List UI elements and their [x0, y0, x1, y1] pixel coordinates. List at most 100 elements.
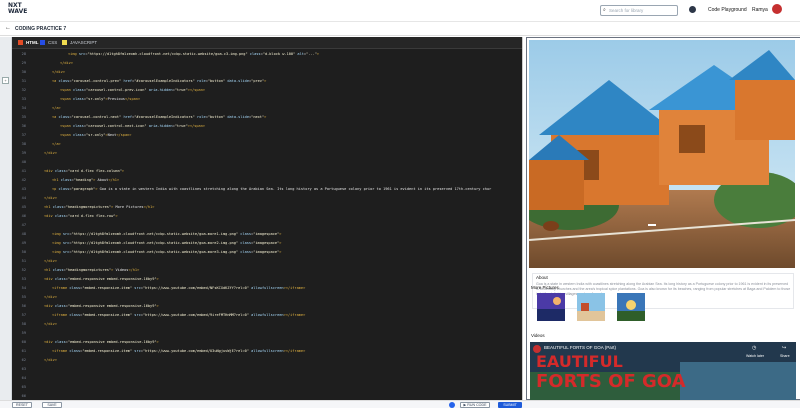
code-line[interactable]: 28 <img src="https://d1tgh8fmlzexmh.cloud…: [12, 50, 522, 59]
code-line[interactable]: 65: [12, 383, 522, 392]
code-line[interactable]: 63: [12, 365, 522, 374]
code-line[interactable]: 66: [12, 392, 522, 400]
line-number: 61: [21, 349, 26, 353]
code-line[interactable]: 49 <img src="https://d1tgh8fmlzexmh.cloud…: [12, 239, 522, 248]
code-line[interactable]: 55 </div>: [12, 293, 522, 302]
line-number: 66: [21, 394, 26, 398]
tab-javascript[interactable]: JAVASCRIPT: [62, 40, 98, 46]
line-number: 60: [21, 340, 26, 344]
code-text: <span class="sr-only">Previous</span>: [60, 97, 141, 101]
line-number: 30: [21, 70, 26, 74]
code-line[interactable]: 50 <img src="https://d1tgh8fmlzexmh.cloud…: [12, 248, 522, 257]
code-line[interactable]: 42 <h1 class="heading"> About</h1>: [12, 176, 522, 185]
code-line[interactable]: 33 <span class="sr-only">Previous</span>: [12, 95, 522, 104]
html-icon: [18, 40, 23, 46]
expand-icon[interactable]: +: [2, 77, 9, 84]
line-number: 55: [21, 295, 26, 299]
nxtwave-logo[interactable]: NXT WAVE: [8, 3, 27, 15]
save-button[interactable]: SAVE: [42, 402, 62, 408]
code-line[interactable]: 30 </div>: [12, 68, 522, 77]
video-title[interactable]: BEAUTIFUL FORTS OF GOA (Part): [544, 345, 616, 350]
about-heading: About: [536, 275, 548, 280]
code-text: <p class="paragraph"> Goa is a state in …: [52, 187, 492, 191]
submit-button[interactable]: SUBMIT: [498, 402, 522, 408]
code-line[interactable]: 44 </div>: [12, 194, 522, 203]
line-number: 31: [21, 79, 26, 83]
tab-label: CSS: [48, 40, 58, 45]
code-line[interactable]: 47: [12, 221, 522, 230]
tab-label: JAVASCRIPT: [70, 40, 98, 45]
code-text: </div>: [44, 295, 57, 299]
code-line[interactable]: 53 <div class="embed-responsive embed-res…: [12, 275, 522, 284]
more-pictures-heading: More Pictures: [531, 285, 559, 290]
code-text: <div class="embed-responsive embed-respo…: [44, 340, 159, 344]
breadcrumb: ← CODING PRACTICE 7: [0, 22, 800, 36]
code-area[interactable]: 28 <img src="https://d1tgh8fmlzexmh.cloud…: [12, 50, 522, 400]
line-number: 39: [21, 151, 26, 155]
code-line[interactable]: 48 <img src="https://d1tgh8fmlzexmh.cloud…: [12, 230, 522, 239]
code-text: </div>: [44, 358, 57, 362]
video-embed[interactable]: BEAUTIFUL FORTS OF GOA (Part) EAUTIFUL F…: [530, 342, 796, 400]
code-text: <img src="https://d1tgh8fmlzexmh.cloudfr…: [68, 52, 320, 56]
code-text: <img src="https://d1tgh8fmlzexmh.cloudfr…: [52, 241, 282, 245]
code-line[interactable]: 37 <span class="sr-only">Next</span>: [12, 131, 522, 140]
code-line[interactable]: 36 <span class="carousel-control-next-ico…: [12, 122, 522, 131]
code-line[interactable]: 43 <p class="paragraph"> Goa is a state i…: [12, 185, 522, 194]
search-box[interactable]: ⌕ Search for library: [600, 5, 678, 16]
search-input[interactable]: Search for library: [609, 8, 643, 13]
code-line[interactable]: 58 </div>: [12, 320, 522, 329]
code-line[interactable]: 64: [12, 374, 522, 383]
line-number: 49: [21, 241, 26, 245]
code-line[interactable]: 34 </a>: [12, 104, 522, 113]
tab-html[interactable]: HTML: [18, 40, 39, 46]
avatar[interactable]: [772, 4, 782, 14]
code-playground-link[interactable]: Code Playground: [708, 7, 747, 13]
code-line[interactable]: 61 <iframe class="embed-responsive-item" …: [12, 347, 522, 356]
logo-text-bottom: WAVE: [8, 8, 28, 15]
line-number: 47: [21, 223, 26, 227]
code-line[interactable]: 41 <div class="card d-flex flex-column">: [12, 167, 522, 176]
code-line[interactable]: 60 <div class="embed-responsive embed-res…: [12, 338, 522, 347]
editor-tabs: HTML CSS JAVASCRIPT: [12, 37, 522, 49]
line-number: 58: [21, 322, 26, 326]
code-line[interactable]: 35 <a class="carousel-control-next" href=…: [12, 113, 522, 122]
hero-carousel-image[interactable]: [529, 40, 795, 268]
clock-icon[interactable]: ◷: [752, 345, 756, 351]
globe-icon[interactable]: [689, 6, 696, 13]
username[interactable]: Ramya: [752, 7, 768, 13]
line-number: 40: [21, 160, 26, 164]
code-line[interactable]: 31 <a class="carousel-control-prev" href=…: [12, 77, 522, 86]
tab-label: HTML: [26, 40, 39, 45]
code-line[interactable]: 54 <iframe class="embed-responsive-item" …: [12, 284, 522, 293]
settings-icon[interactable]: [449, 402, 455, 408]
about-card: About Goa is a state in western India wi…: [532, 273, 794, 309]
code-line[interactable]: 46 <div class="card d-flex flex-row">: [12, 212, 522, 221]
code-line[interactable]: 59: [12, 329, 522, 338]
code-editor[interactable]: HTML CSS JAVASCRIPT 28 <img src="https://…: [12, 37, 522, 400]
code-line[interactable]: 51 </div>: [12, 257, 522, 266]
code-line[interactable]: 52 <h1 class="headingmorepictures"> Video…: [12, 266, 522, 275]
search-icon: ⌕: [603, 7, 606, 13]
share-icon[interactable]: ↪: [782, 345, 786, 351]
code-line[interactable]: 62 </div>: [12, 356, 522, 365]
code-line[interactable]: 45 <h1 class="headingmorepictures"> More …: [12, 203, 522, 212]
arrow-left-icon[interactable]: ←: [5, 25, 11, 31]
code-line[interactable]: 38 </a>: [12, 140, 522, 149]
videos-heading: Videos: [531, 333, 545, 338]
run-code-button[interactable]: ▶ RUN CODE: [460, 402, 490, 408]
code-line[interactable]: 57 <iframe class="embed-responsive-item" …: [12, 311, 522, 320]
line-number: 41: [21, 169, 26, 173]
line-number: 50: [21, 250, 26, 254]
code-line[interactable]: 29 </div>: [12, 59, 522, 68]
code-line[interactable]: 32 <span class="carousel-control-prev-ico…: [12, 86, 522, 95]
code-line[interactable]: 40: [12, 158, 522, 167]
code-line[interactable]: 56 <div class="embed-responsive embed-res…: [12, 302, 522, 311]
tab-css[interactable]: CSS: [40, 40, 58, 46]
code-text: <div class="embed-responsive embed-respo…: [44, 304, 159, 308]
code-text: </div>: [44, 151, 57, 155]
code-text: <span class="sr-only">Next</span>: [60, 133, 132, 137]
bottom-toolbar: RESET SAVE ▶ RUN CODE SUBMIT: [0, 400, 800, 408]
code-line[interactable]: 39 </div>: [12, 149, 522, 158]
about-paragraph: Goa is a state in western India with coa…: [536, 282, 791, 296]
reset-button[interactable]: RESET: [12, 402, 32, 408]
